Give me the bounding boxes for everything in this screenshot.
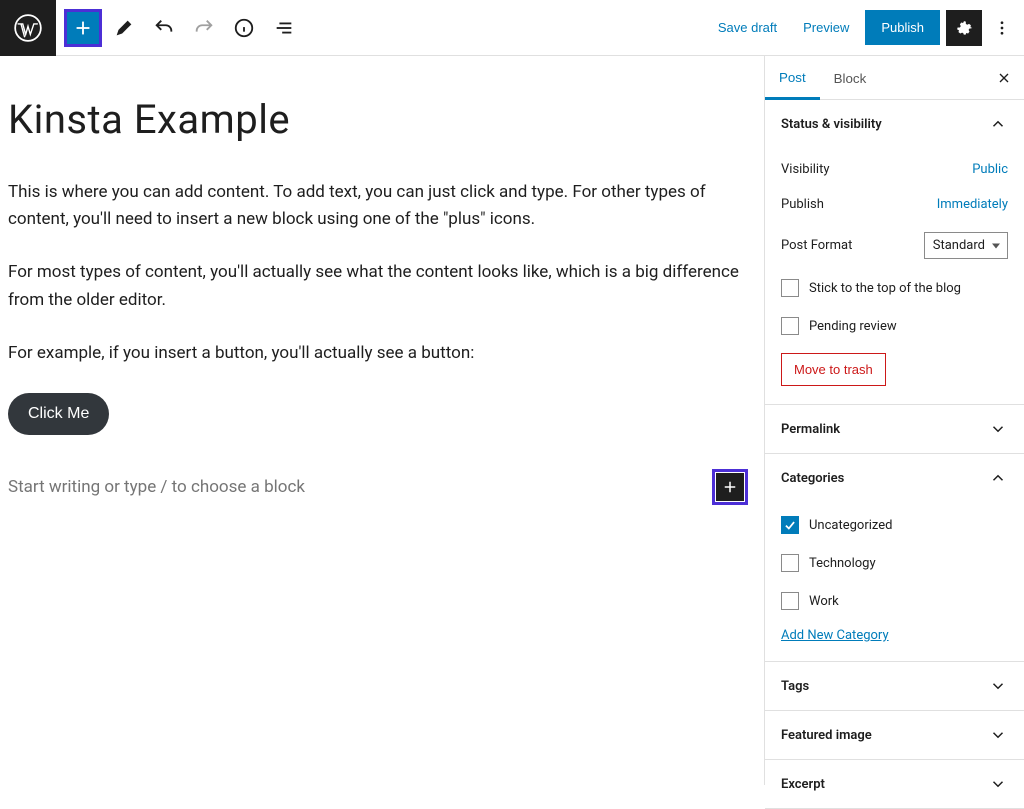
close-icon xyxy=(996,70,1012,86)
category-checkbox-work[interactable] xyxy=(781,592,799,610)
move-to-trash-button[interactable]: Move to trash xyxy=(781,353,886,386)
edit-mode-button[interactable] xyxy=(106,10,142,46)
button-block[interactable]: Click Me xyxy=(8,393,109,435)
panel-title: Tags xyxy=(781,679,809,694)
redo-button[interactable] xyxy=(186,10,222,46)
undo-button[interactable] xyxy=(146,10,182,46)
panel-toggle-permalink[interactable]: Permalink xyxy=(765,405,1024,453)
wordpress-logo[interactable] xyxy=(0,0,56,56)
plus-icon xyxy=(72,17,94,39)
visibility-label: Visibility xyxy=(781,162,830,177)
paragraph-block[interactable]: For most types of content, you'll actual… xyxy=(8,259,748,313)
chevron-down-icon xyxy=(988,419,1008,439)
tab-block[interactable]: Block xyxy=(820,57,881,98)
toolbar-right: Save draft Preview Publish xyxy=(708,10,1024,46)
paragraph-block[interactable]: For example, if you insert a button, you… xyxy=(8,340,748,367)
outline-button[interactable] xyxy=(266,10,302,46)
preview-button[interactable]: Preview xyxy=(793,12,859,43)
panel-featured-image: Featured image xyxy=(765,711,1024,760)
undo-icon xyxy=(153,17,175,39)
post-format-label: Post Format xyxy=(781,238,852,253)
panel-title: Status & visibility xyxy=(781,117,882,132)
panel-title: Permalink xyxy=(781,422,840,437)
dots-vertical-icon xyxy=(993,19,1011,37)
chevron-down-icon xyxy=(988,725,1008,745)
stick-top-label: Stick to the top of the blog xyxy=(809,281,961,296)
settings-button[interactable] xyxy=(946,10,982,46)
category-label: Work xyxy=(809,594,839,609)
sidebar-tabs: Post Block xyxy=(765,56,1024,100)
category-label: Technology xyxy=(809,556,876,571)
gear-icon xyxy=(953,17,975,39)
paragraph-block[interactable]: This is where you can add content. To ad… xyxy=(8,179,748,233)
panel-title: Categories xyxy=(781,471,844,486)
panel-toggle-excerpt[interactable]: Excerpt xyxy=(765,760,1024,808)
panel-status-visibility: Status & visibility Visibility Public Pu… xyxy=(765,100,1024,405)
inline-add-block-button[interactable] xyxy=(716,473,744,501)
info-icon xyxy=(233,17,255,39)
pencil-icon xyxy=(113,17,135,39)
block-placeholder[interactable]: Start writing or type / to choose a bloc… xyxy=(8,477,305,497)
post-title[interactable]: Kinsta Example xyxy=(8,96,748,143)
chevron-up-icon xyxy=(988,114,1008,134)
editor-canvas[interactable]: Kinsta Example This is where you can add… xyxy=(0,56,764,785)
settings-sidebar: Post Block Status & visibility Visibilit… xyxy=(764,56,1024,785)
chevron-down-icon xyxy=(988,774,1008,794)
close-sidebar-button[interactable] xyxy=(984,58,1024,98)
publish-button[interactable]: Publish xyxy=(865,10,940,45)
empty-block-row: Start writing or type / to choose a bloc… xyxy=(8,469,748,505)
save-draft-button[interactable]: Save draft xyxy=(708,12,787,43)
add-block-button[interactable] xyxy=(64,9,102,47)
panel-title: Excerpt xyxy=(781,777,825,792)
editor-toolbar: Save draft Preview Publish xyxy=(0,0,1024,56)
wordpress-icon xyxy=(14,14,42,42)
stick-top-checkbox[interactable] xyxy=(781,279,799,297)
panel-toggle-categories[interactable]: Categories xyxy=(765,454,1024,502)
more-options-button[interactable] xyxy=(988,10,1016,46)
add-new-category-link[interactable]: Add New Category xyxy=(781,628,889,643)
chevron-down-icon xyxy=(988,676,1008,696)
category-label: Uncategorized xyxy=(809,518,892,533)
panel-categories: Categories Uncategorized Technology Work… xyxy=(765,454,1024,662)
publish-label: Publish xyxy=(781,197,824,212)
plus-icon xyxy=(721,478,739,496)
inline-add-highlight xyxy=(712,469,748,505)
publish-value[interactable]: Immediately xyxy=(937,197,1008,212)
panel-toggle-status[interactable]: Status & visibility xyxy=(765,100,1024,148)
redo-icon xyxy=(193,17,215,39)
details-button[interactable] xyxy=(226,10,262,46)
toolbar-left-tools xyxy=(56,9,310,47)
panel-toggle-featured[interactable]: Featured image xyxy=(765,711,1024,759)
panel-tags: Tags xyxy=(765,662,1024,711)
pending-review-checkbox[interactable] xyxy=(781,317,799,335)
pending-review-label: Pending review xyxy=(809,319,897,334)
visibility-value[interactable]: Public xyxy=(972,162,1008,177)
post-format-select[interactable]: Standard xyxy=(924,232,1008,259)
category-checkbox-technology[interactable] xyxy=(781,554,799,572)
chevron-up-icon xyxy=(988,468,1008,488)
list-icon xyxy=(273,17,295,39)
panel-permalink: Permalink xyxy=(765,405,1024,454)
panel-toggle-tags[interactable]: Tags xyxy=(765,662,1024,710)
category-checkbox-uncategorized[interactable] xyxy=(781,516,799,534)
tab-post[interactable]: Post xyxy=(765,56,820,100)
panel-title: Featured image xyxy=(781,728,872,743)
